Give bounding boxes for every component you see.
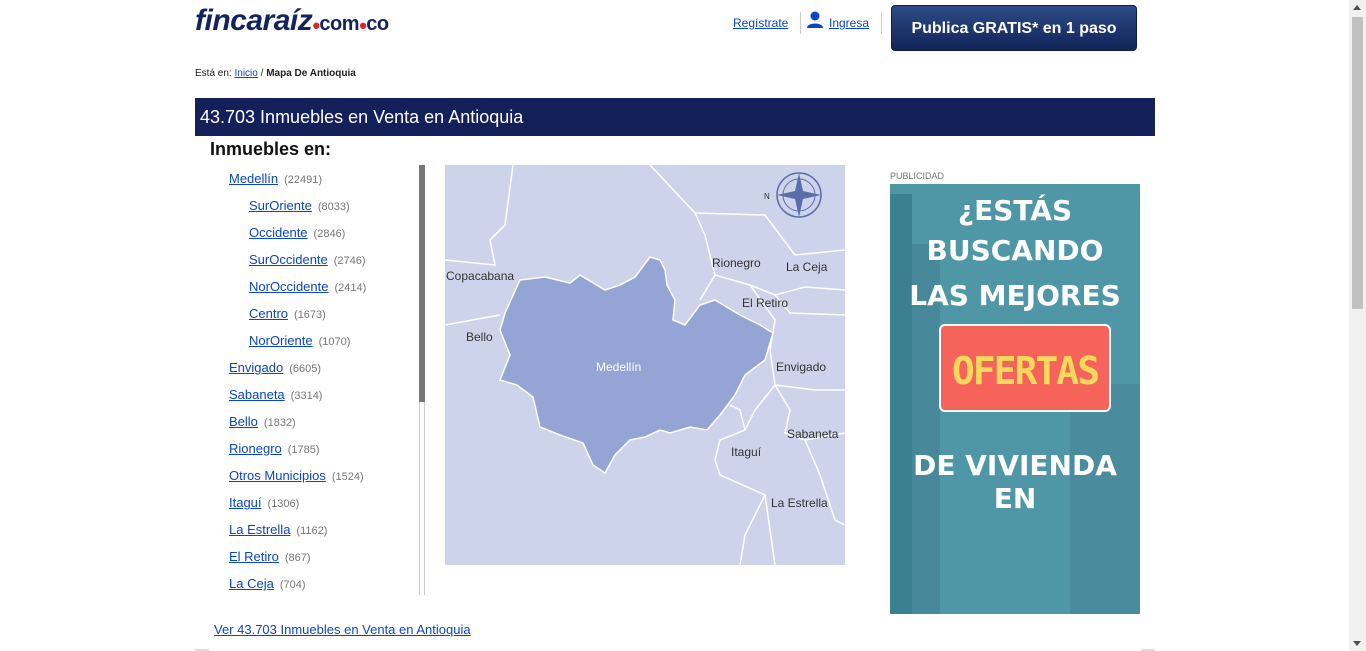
location-count: (3314) (290, 390, 323, 402)
list-scrollbar-thumb[interactable] (419, 165, 425, 402)
location-count: (2746) (333, 255, 366, 267)
location-link[interactable]: Sabaneta (229, 387, 285, 402)
location-link[interactable]: NorOriente (249, 333, 313, 348)
location-count: (704) (279, 579, 306, 591)
list-item[interactable]: Otros Municipios (1524) (229, 468, 364, 483)
location-count: (1832) (263, 417, 296, 429)
advertisement-banner[interactable]: ¿ESTÁS BUSCANDO LAS MEJORES OFERTAS DE V… (890, 184, 1140, 614)
list-item[interactable]: Centro (1673) (249, 306, 326, 321)
breadcrumb-separator: / (260, 68, 264, 79)
antioquia-map[interactable]: N Copacabana Rionegro La Ceja El Retiro … (445, 165, 845, 565)
page-scrollbar-thumb[interactable] (1352, 17, 1363, 309)
location-link[interactable]: NorOccidente (249, 279, 328, 294)
map-label-copacabana: Copacabana (446, 269, 514, 283)
list-item[interactable]: La Ceja (704) (229, 576, 306, 591)
ad-text-line2: BUSCANDO (926, 234, 1104, 267)
location-link[interactable]: Occidente (249, 225, 308, 240)
list-item[interactable]: NorOriente (1070) (249, 333, 350, 348)
scroll-up-arrow-icon[interactable] (1353, 5, 1361, 10)
location-count: (22491) (284, 174, 323, 186)
breadcrumb: Está en: Inicio / Mapa De Antioquia (195, 68, 356, 79)
map-label-envigado: Envigado (776, 360, 826, 374)
breadcrumb-prefix: Está en: (195, 68, 232, 79)
logo-co-text: co (366, 13, 389, 35)
page-title: 43.703 Inmuebles en Venta en Antioquia (195, 98, 1155, 136)
location-link[interactable]: SurOccidente (249, 252, 328, 267)
breadcrumb-current: Mapa De Antioquia (266, 68, 356, 79)
site-logo[interactable]: fincaraíz•com•co (195, 4, 389, 39)
list-item[interactable]: Envigado (6605) (229, 360, 321, 375)
map-label-la-estrella: La Estrella (771, 496, 828, 510)
location-link[interactable]: La Ceja (229, 576, 274, 591)
ad-label: PUBLICIDAD (890, 171, 945, 181)
logo-main-text: fincaraíz (195, 4, 313, 37)
location-count: (1306) (267, 498, 300, 510)
header-divider (800, 12, 801, 34)
map-label-sabaneta: Sabaneta (787, 427, 839, 441)
publish-free-button[interactable]: Publica GRATIS* en 1 paso (891, 5, 1137, 51)
map-label-rionegro: Rionegro (712, 256, 761, 270)
list-item[interactable]: Medellín (22491) (229, 171, 322, 186)
location-count: (1785) (287, 444, 320, 456)
list-item[interactable]: SurOriente (8033) (249, 198, 350, 213)
list-item[interactable]: El Retiro (867) (229, 549, 311, 564)
list-item[interactable]: Rionegro (1785) (229, 441, 320, 456)
header-divider-2 (881, 12, 882, 34)
list-item[interactable]: Itaguí (1306) (229, 495, 299, 510)
location-link[interactable]: Envigado (229, 360, 283, 375)
ad-tag-text: OFERTAS (951, 349, 1100, 393)
location-link[interactable]: Itaguí (229, 495, 262, 510)
location-link[interactable]: La Estrella (229, 522, 290, 537)
breadcrumb-home-link[interactable]: Inicio (234, 68, 257, 79)
location-count: (2846) (313, 228, 346, 240)
logo-com-text: com (319, 13, 360, 35)
location-link[interactable]: Medellín (229, 171, 278, 186)
list-item[interactable]: Occidente (2846) (249, 225, 345, 240)
section-heading: Inmuebles en: (210, 139, 332, 159)
location-link[interactable]: El Retiro (229, 549, 279, 564)
page-scrollbar[interactable] (1349, 0, 1366, 651)
location-count: (1524) (331, 471, 364, 483)
compass-north-label: N (764, 192, 770, 201)
ad-text-line3: LAS MEJORES (909, 279, 1121, 312)
map-label-itagui: Itaguí (731, 445, 762, 459)
list-item[interactable]: La Estrella (1162) (229, 522, 327, 537)
map-label-el-retiro: El Retiro (742, 296, 788, 310)
ad-text-line1: ¿ESTÁS (957, 194, 1073, 227)
ad-text-line4: DE VIVIENDA EN (913, 449, 1117, 515)
map-label-medellin: Medellín (596, 360, 641, 374)
list-item[interactable]: Bello (1832) (229, 414, 296, 429)
location-count: (8033) (317, 201, 350, 213)
user-icon (807, 11, 823, 28)
location-link[interactable]: Otros Municipios (229, 468, 326, 483)
location-link[interactable]: SurOriente (249, 198, 312, 213)
location-count: (867) (284, 552, 311, 564)
map-label-la-ceja: La Ceja (786, 260, 828, 274)
register-link[interactable]: Regístrate (733, 16, 788, 30)
map-label-bello: Bello (466, 330, 493, 344)
view-all-listings-link[interactable]: Ver 43.703 Inmuebles en Venta en Antioqu… (214, 622, 471, 637)
scroll-down-arrow-icon[interactable] (1353, 641, 1361, 646)
list-item[interactable]: SurOccidente (2746) (249, 252, 366, 267)
list-item[interactable]: Sabaneta (3314) (229, 387, 322, 402)
location-count: (1070) (318, 336, 351, 348)
location-count: (1673) (294, 309, 326, 321)
location-link[interactable]: Rionegro (229, 441, 282, 456)
location-link[interactable]: Bello (229, 414, 258, 429)
location-count: (1162) (296, 525, 328, 537)
list-item[interactable]: NorOccidente (2414) (249, 279, 366, 294)
location-list: Medellín (22491) SurOriente (8033) Occiden… (229, 165, 419, 595)
location-count: (6605) (289, 363, 322, 375)
location-link[interactable]: Centro (249, 306, 288, 321)
login-link[interactable]: Ingresa (829, 16, 869, 30)
location-count: (2414) (334, 282, 367, 294)
